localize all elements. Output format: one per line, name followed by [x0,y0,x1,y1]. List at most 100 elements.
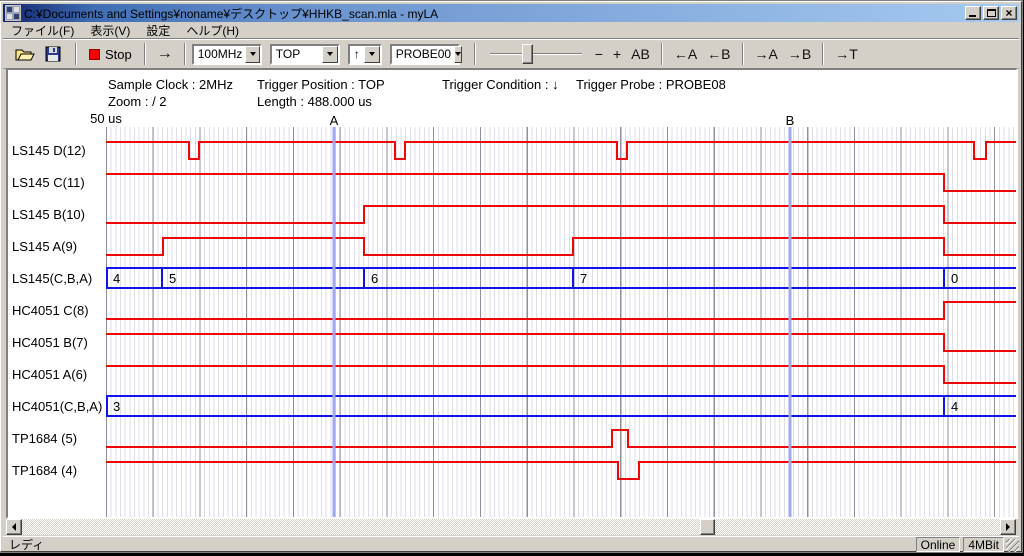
digital-waveform [106,174,1016,191]
bus-waveform [107,396,1016,416]
chevron-down-icon[interactable] [245,46,259,63]
digital-waveform [106,238,1016,255]
menu-view[interactable]: 表示(V) [82,21,138,40]
stop-label: Stop [105,47,132,62]
horizontal-scrollbar[interactable] [6,519,1016,535]
maximize-button[interactable] [983,6,999,20]
sample-rate-select[interactable]: 100MHz [192,44,262,65]
app-window: C:¥Documents and Settings¥noname¥デスクトップ¥… [0,1,1022,552]
save-file-button[interactable] [41,44,65,64]
trigger-condition-info: Trigger Condition : ↓ [442,77,559,92]
status-online-badge: Online [916,537,961,552]
goto-marker-b-left-button[interactable]: ←B [702,45,735,63]
toolbar-separator [75,43,77,65]
bus-value: 7 [580,271,587,286]
floppy-disk-icon [45,46,61,62]
zoom-info: Zoom : / 2 [108,94,167,109]
bus-value: 6 [371,271,378,286]
digital-waveform [106,462,1016,479]
open-file-button[interactable] [13,44,37,64]
probe-select[interactable]: PROBE00 [390,44,460,65]
channel-label: LS145 B(10) [12,206,104,224]
zoom-in-button[interactable]: + [608,45,626,63]
run-button[interactable]: → [152,44,178,64]
status-memory-badge: 4MBit [963,537,1004,552]
menu-help[interactable]: ヘルプ(H) [178,21,247,40]
menu-file[interactable]: ファイル(F) [3,21,82,40]
app-icon [5,5,21,21]
stop-button[interactable]: Stop [83,46,138,63]
sample-rate-value: 100MHz [194,46,246,63]
client-area: Sample Clock : 2MHz Trigger Position : T… [6,68,1018,519]
bus-value: 0 [951,271,958,286]
bus-value: 4 [951,399,958,414]
zoom-slider-track[interactable] [490,53,582,55]
window-controls [965,6,1017,20]
statusbar: レディ Online 4MBit [3,536,1019,552]
digital-waveform [106,366,1016,383]
bus-value: 4 [113,271,120,286]
sample-clock-info: Sample Clock : 2MHz [108,77,233,92]
trigger-position-info: Trigger Position : TOP [257,77,385,92]
marker-a-label[interactable]: A [328,114,340,128]
channel-label: TP1684 (5) [12,430,104,448]
digital-waveform [106,334,1016,351]
toolbar-separator [474,43,476,65]
goto-marker-a-left-button[interactable]: ←A [669,45,702,63]
zoom-slider[interactable] [490,43,582,65]
digital-waveform [106,430,1016,447]
digital-waveform [106,142,1016,159]
channel-label: LS145 D(12) [12,142,104,160]
ab-range-button[interactable]: AB [626,45,655,63]
digital-waveform [106,206,1016,223]
goto-marker-a-right-button[interactable]: →A [750,45,783,63]
channel-label: LS145 A(9) [12,238,104,256]
scroll-left-button[interactable] [6,519,22,535]
close-icon [1005,8,1012,18]
bus-value: 3 [113,399,120,414]
waveform-plot[interactable]: 4 5 6 7 0 3 4 [106,127,1016,517]
close-button[interactable] [1001,6,1017,20]
scroll-right-button[interactable] [1000,519,1016,535]
zoom-out-button[interactable]: − [590,45,608,63]
menu-settings[interactable]: 設定 [138,21,178,40]
goto-marker-b-right-button[interactable]: →B [783,45,816,63]
goto-trigger-button[interactable]: →T [830,45,863,63]
bus-waveform [107,268,1016,288]
trigger-edge-select[interactable]: ↑ [348,44,382,65]
trigger-probe-info: Trigger Probe : PROBE08 [576,77,726,92]
toolbar: Stop → 100MHz TOP ↑ PROBE00 − + AB ←A [3,40,1019,69]
toolbar-separator [144,43,146,65]
stop-icon [89,49,100,60]
menubar: ファイル(F) 表示(V) 設定 ヘルプ(H) [3,22,1019,39]
length-info: Length : 488.000 us [257,94,372,109]
marker-b-label[interactable]: B [784,114,796,128]
toolbar-separator [661,43,663,65]
channel-label: HC4051 C(8) [12,302,104,320]
zoom-slider-thumb[interactable] [522,44,533,64]
minimize-icon [969,15,976,17]
scroll-right-icon [1006,523,1014,531]
trigger-position-select[interactable]: TOP [270,44,340,65]
scroll-left-icon [8,523,16,531]
probe-value: PROBE00 [392,46,454,63]
time-division-label: 50 us [78,111,134,126]
trigger-position-value: TOP [272,46,322,63]
minimize-button[interactable] [965,6,981,20]
window-title: C:¥Documents and Settings¥noname¥デスクトップ¥… [24,5,965,22]
chevron-down-icon[interactable] [454,46,462,63]
status-text: レディ [9,536,913,553]
chevron-down-icon[interactable] [322,46,338,63]
bus-value: 5 [169,271,176,286]
channel-label: HC4051(C,B,A) [12,398,104,416]
channel-label: TP1684 (4) [12,462,104,480]
channel-label: LS145 C(11) [12,174,104,192]
titlebar: C:¥Documents and Settings¥noname¥デスクトップ¥… [3,4,1019,22]
toolbar-separator [184,43,186,65]
open-folder-icon [15,46,35,62]
resize-grip[interactable] [1006,539,1019,552]
scrollbar-thumb[interactable] [700,519,715,535]
maximize-icon [987,9,996,17]
toolbar-separator [742,43,744,65]
chevron-down-icon[interactable] [364,46,380,63]
